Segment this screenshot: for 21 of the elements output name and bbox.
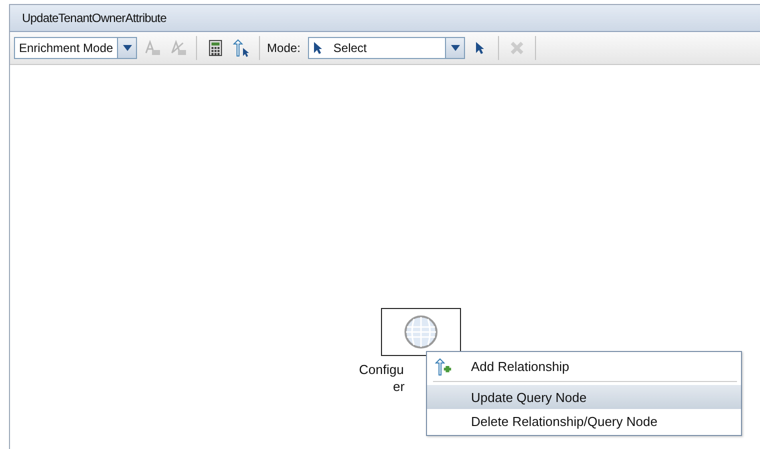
attribute-icon bbox=[170, 40, 186, 56]
pointer-icon bbox=[475, 41, 486, 55]
relationship-icon bbox=[233, 39, 250, 57]
window-title: UpdateTenantOwnerAttribute bbox=[10, 5, 760, 32]
node-label: er bbox=[393, 379, 405, 394]
dropdown-value: Select bbox=[333, 41, 367, 55]
attribute-icon bbox=[144, 40, 160, 56]
caret-icon bbox=[122, 45, 132, 51]
node-label: Configu bbox=[359, 362, 404, 377]
calculator-icon bbox=[208, 40, 222, 56]
menu-item[interactable]: Add Relationship bbox=[427, 354, 741, 378]
globe-icon bbox=[404, 315, 438, 349]
cursor-icon bbox=[313, 41, 324, 55]
enrichment-mode-dropdown[interactable]: Enrichment Mode bbox=[14, 37, 138, 59]
dropdown-value: Enrichment Mode bbox=[18, 41, 114, 55]
caret-icon bbox=[450, 45, 460, 51]
menu-item[interactable]: Delete Relationship/Query Node bbox=[427, 409, 741, 433]
menu-item[interactable]: Update Query Node bbox=[427, 385, 741, 409]
delete-icon bbox=[509, 40, 526, 56]
mode-dropdown[interactable]: Select bbox=[308, 37, 466, 59]
mode-label: Mode: bbox=[267, 41, 300, 55]
